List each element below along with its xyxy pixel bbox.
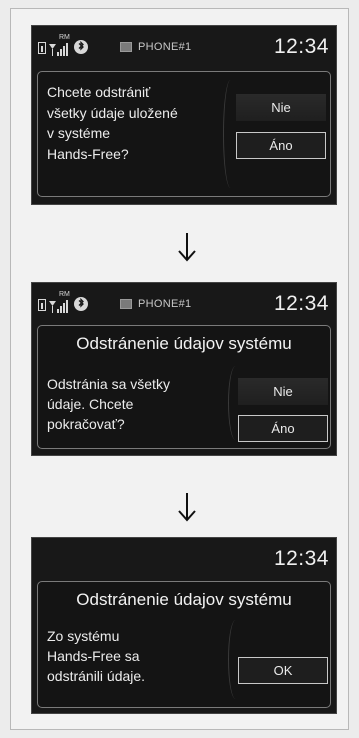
- no-button[interactable]: Nie: [238, 378, 328, 405]
- status-bar: RM PHONE#1 12:34: [32, 26, 336, 68]
- status-icons: RM: [38, 34, 88, 56]
- message-line: Hands-Free sa: [47, 648, 140, 664]
- ok-button[interactable]: OK: [238, 657, 328, 684]
- antenna-icon: [49, 301, 56, 313]
- clock: 12:34: [273, 292, 329, 315]
- message-line: odstránili údaje.: [47, 668, 146, 684]
- dialog-title: Odstránenie údajov systému: [76, 334, 292, 353]
- clock: 12:34: [273, 547, 329, 570]
- bluetooth-icon: [74, 40, 88, 54]
- message-line: údaje. Chcete: [47, 396, 134, 412]
- message-line: všetky údaje uložené: [47, 104, 178, 121]
- confirm-dialog: Odstránenie údajov systému Odstránia sa …: [37, 325, 331, 449]
- arrow-down-icon: [178, 233, 196, 262]
- bluetooth-icon: [74, 297, 88, 311]
- info-dialog: Odstránenie údajov systému Zo systému Ha…: [37, 581, 331, 708]
- dialog-message: Zo systému Hands-Free sa odstránili údaj…: [47, 626, 222, 686]
- message-line: Hands-Free?: [47, 145, 129, 162]
- message-line: Chcete odstrániť: [47, 84, 151, 100]
- screen-data-deleted: 12:34 Odstránenie údajov systému Zo syst…: [31, 537, 337, 714]
- dialog-message: Odstránia sa všetky údaje. Chcete pokrač…: [47, 374, 222, 434]
- message-line: pokračovať?: [47, 416, 125, 432]
- message-line: v systéme: [47, 125, 111, 141]
- status-icons: RM: [38, 291, 88, 313]
- phone-name: PHONE#1: [138, 298, 192, 310]
- phone-name: PHONE#1: [138, 41, 192, 53]
- phone-battery-icon: [38, 42, 46, 54]
- clock: 12:34: [273, 35, 329, 58]
- signal-strength-icon: RM: [49, 291, 71, 313]
- phone-contact-icon: [120, 299, 132, 309]
- status-bar: 12:34: [32, 538, 336, 580]
- signal-strength-icon: RM: [49, 34, 71, 56]
- no-button[interactable]: Nie: [236, 94, 326, 121]
- confirm-dialog: Chcete odstrániť všetky údaje uložené v …: [37, 71, 331, 197]
- screen-delete-system-data: RM PHONE#1 12:34 Odstránenie údajov syst…: [31, 282, 337, 456]
- status-bar: RM PHONE#1 12:34: [32, 283, 336, 325]
- message-line: Odstránia sa všetky: [47, 376, 170, 392]
- roaming-label: RM: [59, 34, 70, 41]
- dialog-message: Chcete odstrániť všetky údaje uložené v …: [47, 82, 222, 164]
- screen-confirm-delete: RM PHONE#1 12:34 Chcete odstrániť všetky…: [31, 25, 337, 205]
- phone-contact-icon: [120, 42, 132, 52]
- yes-button[interactable]: Áno: [236, 132, 326, 159]
- roaming-label: RM: [59, 291, 70, 298]
- phone-battery-icon: [38, 299, 46, 311]
- antenna-icon: [49, 44, 56, 56]
- yes-button[interactable]: Áno: [238, 415, 328, 442]
- message-line: Zo systému: [47, 628, 120, 644]
- dialog-title: Odstránenie údajov systému: [76, 590, 292, 609]
- arrow-down-icon: [178, 493, 196, 522]
